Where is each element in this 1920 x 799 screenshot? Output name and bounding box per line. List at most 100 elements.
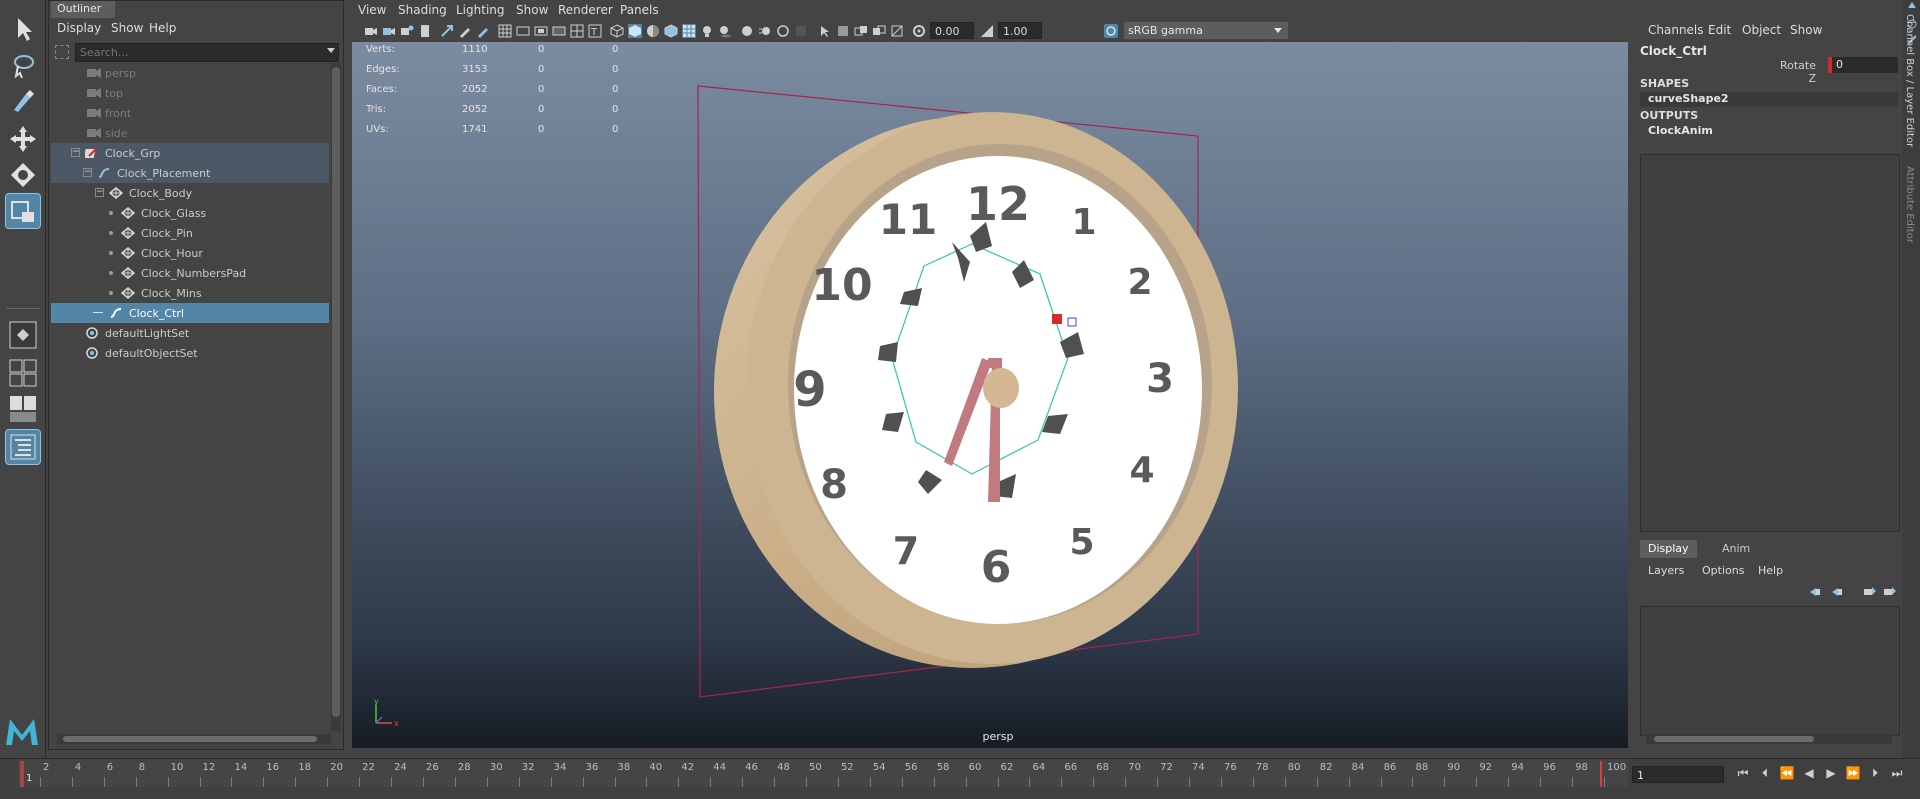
tree-row-clock-ctrl[interactable]: Clock_Ctrl — [51, 303, 329, 323]
tree-row-clock-hour[interactable]: Clock_Hour — [51, 243, 329, 263]
exposure-field[interactable]: 0.00 — [930, 22, 974, 39]
tree-row-side[interactable]: side — [51, 123, 329, 143]
color-management-icon[interactable] — [1104, 24, 1118, 38]
grease-pencil-icon[interactable] — [458, 24, 472, 38]
tree-row-front[interactable]: front — [51, 103, 329, 123]
filter-icon[interactable] — [55, 45, 69, 59]
smooth-shade-icon[interactable] — [628, 24, 642, 38]
tree-row-clock-glass[interactable]: Clock_Glass — [51, 203, 329, 223]
tree-row-clock-mins[interactable]: Clock_Mins — [51, 283, 329, 303]
camera-select-icon[interactable] — [364, 24, 378, 38]
viewport-menu-panels[interactable]: Panels — [620, 3, 659, 17]
tree-row-top[interactable]: top — [51, 83, 329, 103]
outliner-menu-help[interactable]: Help — [149, 21, 176, 35]
tab-channel-box-layer-editor[interactable]: Channel Box / Layer Editor — [1904, 14, 1915, 147]
image-plane-icon[interactable] — [418, 24, 432, 38]
step-forward-key-icon[interactable]: ⏩ — [1844, 766, 1862, 782]
isolate-select-icon[interactable] — [818, 24, 832, 38]
tree-row-clock-placement[interactable]: − Clock_Placement — [51, 163, 329, 183]
layer-menu-help[interactable]: Help — [1758, 564, 1783, 577]
outliner-horizontal-thumb[interactable] — [63, 736, 317, 742]
time-ruler[interactable]: 1 2 4 6 8 10 12 14 16 18 20 22 24 26 28 30 32 34 36 38 40 42… — [18, 759, 1628, 787]
tree-row-default-object-set[interactable]: defaultObjectSet — [51, 343, 329, 363]
safe-action-icon[interactable]: T — [588, 24, 602, 38]
outliner-layout-icon[interactable] — [5, 429, 41, 465]
current-time-indicator[interactable] — [20, 761, 24, 787]
film-gate-icon[interactable] — [516, 24, 530, 38]
viewport-menu-show[interactable]: Show — [516, 3, 548, 17]
collapse-toggle-icon[interactable]: − — [95, 188, 104, 197]
gamma-icon[interactable] — [980, 24, 994, 38]
2d-pan-zoom-icon[interactable] — [440, 24, 454, 38]
collapse-toggle-icon[interactable]: − — [71, 148, 80, 157]
depth-of-field-icon[interactable] — [794, 24, 808, 38]
xray-components-icon[interactable] — [872, 24, 886, 38]
channel-menu-edit[interactable]: Edit — [1708, 23, 1731, 37]
step-back-frame-icon[interactable]: ⏴ — [1756, 766, 1774, 782]
layer-menu-layers[interactable]: Layers — [1648, 564, 1684, 577]
tree-row-clock-numberspad[interactable]: Clock_NumbersPad — [51, 263, 329, 283]
textured-icon[interactable] — [682, 24, 696, 38]
gate-mask-icon[interactable] — [552, 24, 566, 38]
four-view-layout-icon[interactable] — [6, 356, 40, 390]
play-forward-icon[interactable]: ▶ — [1822, 766, 1840, 782]
channel-menu-channels[interactable]: Channels — [1648, 23, 1704, 37]
move-tool-icon[interactable] — [6, 122, 40, 156]
outliner-horizontal-scrollbar[interactable] — [57, 734, 331, 744]
step-forward-frame-icon[interactable]: ⏵ — [1866, 766, 1884, 782]
viewport-menu-view[interactable]: View — [358, 3, 386, 17]
single-perspective-view-icon[interactable] — [6, 318, 40, 352]
outliner-menu-show[interactable]: Show — [111, 21, 143, 35]
two-pane-layout-icon[interactable] — [6, 392, 40, 426]
wireframe-on-shaded-icon[interactable] — [664, 24, 678, 38]
scale-tool-icon[interactable] — [5, 193, 41, 229]
camera-attributes-icon[interactable] — [382, 24, 396, 38]
tree-row-persp[interactable]: persp — [51, 63, 329, 83]
layer-horizontal-thumb[interactable] — [1654, 736, 1814, 742]
gamma-field[interactable]: 1.00 — [998, 22, 1042, 39]
field-chart-icon[interactable] — [570, 24, 584, 38]
go-to-end-icon[interactable]: ⏭ — [1888, 766, 1906, 782]
rotate-z-field[interactable]: 0 — [1828, 57, 1898, 73]
shape-item-curveshape2[interactable]: curveShape2 — [1640, 92, 1898, 107]
tab-attribute-editor[interactable]: Attribute Editor — [1904, 166, 1915, 243]
viewport-3d[interactable]: Verts: 1110 0 0 Edges: 3153 0 0 Faces: 2052 0 0 T… — [352, 42, 1628, 748]
move-layer-down-icon[interactable] — [1832, 588, 1842, 596]
ambient-occlusion-icon[interactable] — [740, 24, 754, 38]
viewport-menu-renderer[interactable]: Renderer — [558, 3, 613, 17]
layer-horizontal-scrollbar[interactable] — [1646, 734, 1892, 744]
tab-display[interactable]: Display — [1640, 540, 1697, 558]
channel-menu-show[interactable]: Show — [1790, 23, 1822, 37]
step-back-key-icon[interactable]: ⏪ — [1778, 766, 1796, 782]
xray-joints-icon[interactable] — [854, 24, 868, 38]
outliner-menu-display[interactable]: Display — [57, 21, 101, 35]
new-empty-layer-icon[interactable] — [1864, 587, 1876, 595]
rotate-tool-icon[interactable] — [6, 158, 40, 192]
tab-anim[interactable]: Anim — [1714, 540, 1758, 558]
paint-select-tool-icon[interactable] — [6, 84, 40, 118]
search-dropdown-icon[interactable] — [327, 48, 335, 53]
tree-row-default-light-set[interactable]: defaultLightSet — [51, 323, 329, 343]
current-frame-field[interactable]: 1 — [1632, 766, 1724, 783]
default-material-icon[interactable] — [646, 24, 660, 38]
pencil-icon[interactable] — [476, 24, 490, 38]
channel-menu-object[interactable]: Object — [1742, 23, 1781, 37]
viewport-menu-lighting[interactable]: Lighting — [456, 3, 505, 17]
outliner-search-input[interactable] — [75, 43, 339, 62]
layer-menu-options[interactable]: Options — [1702, 564, 1744, 577]
shadows-icon[interactable] — [718, 24, 732, 38]
select-tool-icon[interactable] — [6, 12, 40, 46]
rotate-z-label[interactable]: Rotate Z — [1776, 59, 1816, 85]
new-layer-from-selected-icon[interactable] — [1884, 587, 1896, 595]
collapse-toggle-icon[interactable]: − — [83, 168, 92, 177]
bookmark-icon[interactable] — [400, 24, 414, 38]
backface-culling-icon[interactable] — [890, 24, 904, 38]
move-layer-up-icon[interactable] — [1810, 588, 1820, 596]
exposure-icon[interactable] — [912, 24, 926, 38]
viewport-menu-shading[interactable]: Shading — [398, 3, 447, 17]
modeling-toolkit-icon[interactable] — [1908, 2, 1916, 8]
resolution-gate-icon[interactable] — [534, 24, 548, 38]
wireframe-icon[interactable] — [610, 24, 624, 38]
tree-row-clock-pin[interactable]: Clock_Pin — [51, 223, 329, 243]
outliner-tab[interactable]: Outliner — [51, 1, 115, 18]
